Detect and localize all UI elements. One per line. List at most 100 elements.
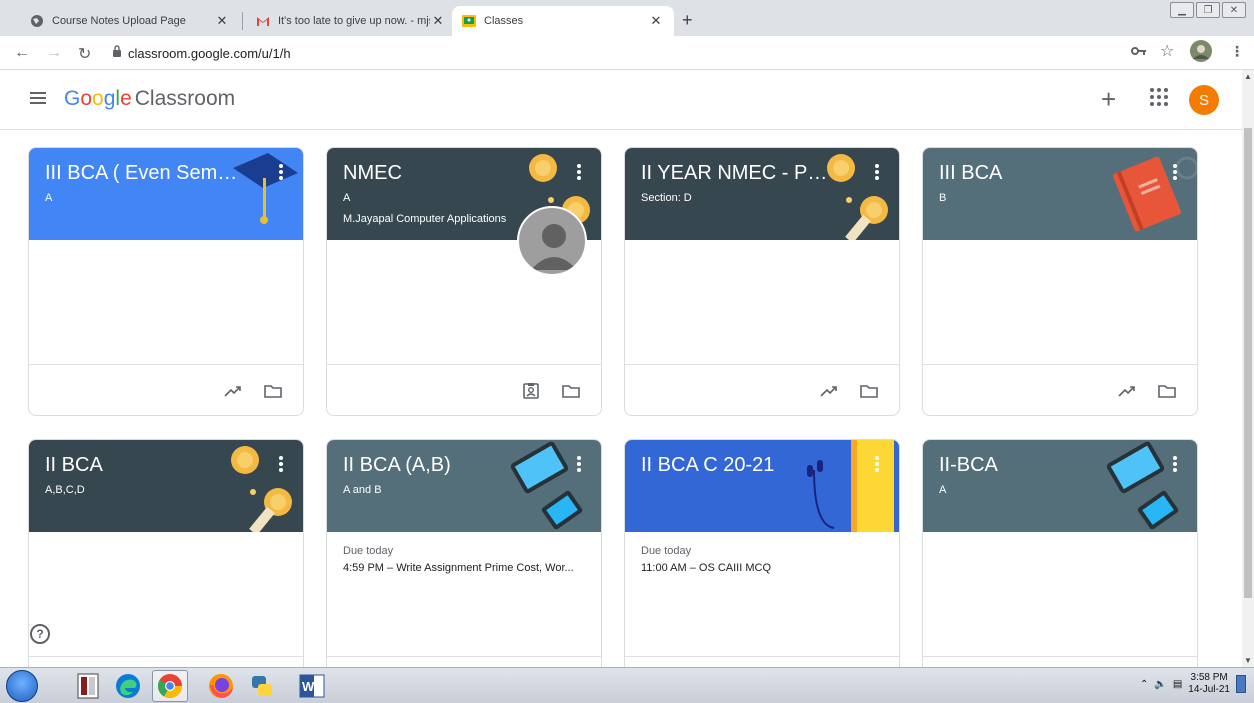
- show-hidden-icons-icon[interactable]: ⌃: [1140, 679, 1148, 690]
- class-banner[interactable]: III BCA ( Even Semest... A: [29, 148, 303, 240]
- more-options-icon[interactable]: [875, 456, 879, 472]
- google-logo-letter: e: [120, 87, 132, 110]
- google-apps-icon[interactable]: [1150, 88, 1168, 106]
- firefox-icon[interactable]: [203, 670, 239, 702]
- new-tab-button[interactable]: +: [682, 10, 693, 31]
- class-card-grid: III BCA ( Even Semest... A NMEC A M.Jayapal …: [0, 131, 1242, 667]
- system-tray: ⌃ 🔈 ▤ 3:58 PM 14-Jul-21: [1140, 672, 1246, 696]
- class-card[interactable]: II BCA (A,B) A and B Due today 4:59 PM – Wr…: [326, 439, 602, 667]
- scrollbar-thumb[interactable]: [1244, 128, 1252, 598]
- gmail-icon: [256, 14, 270, 28]
- clock[interactable]: 3:58 PM 14-Jul-21: [1188, 672, 1230, 696]
- browser-menu-icon[interactable]: ⋮: [1230, 43, 1244, 60]
- edge-icon[interactable]: [110, 670, 146, 702]
- more-options-icon[interactable]: [577, 164, 581, 180]
- scroll-down-arrow-icon[interactable]: ▼: [1244, 656, 1252, 665]
- more-options-icon[interactable]: [875, 164, 879, 180]
- tab-classes[interactable]: Classes ✕: [452, 6, 674, 36]
- start-button[interactable]: [6, 670, 38, 702]
- create-or-join-button[interactable]: +: [1101, 84, 1116, 115]
- class-title[interactable]: II BCA (A,B): [343, 454, 543, 477]
- more-options-icon[interactable]: [1173, 164, 1177, 180]
- volume-icon[interactable]: 🔈: [1154, 679, 1166, 690]
- trending-up-icon[interactable]: [819, 382, 839, 400]
- class-banner[interactable]: II BCA (A,B) A and B: [327, 440, 601, 532]
- folder-icon[interactable]: [263, 382, 283, 400]
- assigned-work-icon[interactable]: [521, 382, 541, 400]
- trending-up-icon[interactable]: [223, 382, 243, 400]
- class-banner[interactable]: II YEAR NMEC - PRIN... Section: D: [625, 148, 899, 240]
- more-options-icon[interactable]: [577, 456, 581, 472]
- forward-arrow-icon[interactable]: →: [46, 44, 62, 62]
- class-card[interactable]: NMEC A M.Jayapal Computer Applications: [326, 147, 602, 416]
- chrome-icon[interactable]: [152, 670, 188, 702]
- page-scrollbar[interactable]: ▲ ▼: [1242, 70, 1254, 667]
- minimize-button[interactable]: ▁: [1170, 2, 1194, 18]
- google-logo-letter: o: [92, 87, 104, 110]
- address-text: classroom.google.com/u/1/h: [128, 45, 291, 61]
- main-menu-icon[interactable]: [30, 92, 46, 104]
- trending-up-icon[interactable]: [1117, 382, 1137, 400]
- folder-icon[interactable]: [859, 382, 879, 400]
- classroom-icon: [462, 14, 476, 28]
- class-title[interactable]: III BCA: [939, 162, 1139, 185]
- folder-icon[interactable]: [561, 382, 581, 400]
- reload-icon[interactable]: ↻: [78, 44, 91, 64]
- class-banner[interactable]: II BCA C 20-21: [625, 440, 899, 532]
- due-assignment-link[interactable]: 11:00 AM – OS CAIII MCQ: [641, 562, 771, 574]
- due-assignment-link[interactable]: 4:59 PM – Write Assignment Prime Cost, W…: [343, 562, 574, 574]
- key-icon[interactable]: [1131, 43, 1147, 59]
- show-desktop-button[interactable]: [1236, 675, 1246, 693]
- python-icon[interactable]: [244, 670, 280, 702]
- class-title[interactable]: NMEC: [343, 162, 543, 185]
- class-card[interactable]: II BCA A,B,C,D: [28, 439, 304, 667]
- close-tab-icon[interactable]: ✕: [430, 13, 446, 29]
- class-teacher[interactable]: M.Jayapal Computer Applications: [343, 213, 506, 225]
- class-banner[interactable]: II BCA A,B,C,D: [29, 440, 303, 532]
- class-title[interactable]: II BCA: [45, 454, 245, 477]
- class-title[interactable]: II-BCA: [939, 454, 1139, 477]
- clock-time: 3:58 PM: [1190, 672, 1228, 683]
- class-title[interactable]: III BCA ( Even Semest...: [45, 162, 245, 185]
- restore-button[interactable]: ❐: [1196, 2, 1220, 18]
- teacher-avatar[interactable]: [517, 206, 587, 276]
- back-arrow-icon[interactable]: ←: [14, 44, 30, 62]
- class-title[interactable]: II BCA C 20-21: [641, 454, 841, 477]
- more-options-icon[interactable]: [1173, 456, 1177, 472]
- bookmark-star-icon[interactable]: ☆: [1160, 41, 1174, 61]
- class-card[interactable]: III BCA B: [922, 147, 1198, 416]
- close-tab-icon[interactable]: ✕: [648, 13, 664, 29]
- card-footer: [923, 656, 1197, 667]
- lock-icon: [112, 44, 122, 62]
- class-card[interactable]: II YEAR NMEC - PRIN... Section: D: [624, 147, 900, 416]
- help-icon[interactable]: ?: [30, 624, 50, 644]
- class-card[interactable]: II BCA C 20-21 Due today 11:00 AM – OS CAI…: [624, 439, 900, 667]
- class-banner[interactable]: III BCA B: [923, 148, 1197, 240]
- card-footer: [327, 364, 601, 415]
- tab-gmail[interactable]: It's too late to give up now. - mjssal ✕: [246, 6, 456, 36]
- more-options-icon[interactable]: [279, 456, 283, 472]
- class-title[interactable]: II YEAR NMEC - PRIN...: [641, 162, 841, 185]
- close-tab-icon[interactable]: ✕: [214, 13, 230, 29]
- word-icon[interactable]: W: [294, 670, 330, 702]
- more-options-icon[interactable]: [279, 164, 283, 180]
- windows-taskbar: W ⌃ 🔈 ▤ 3:58 PM 14-Jul-21: [0, 667, 1254, 703]
- tab-course-notes[interactable]: Course Notes Upload Page ✕: [20, 6, 240, 36]
- profile-avatar[interactable]: [1190, 40, 1212, 65]
- scroll-up-arrow-icon[interactable]: ▲: [1244, 72, 1252, 81]
- due-label: Due today: [641, 545, 692, 557]
- close-window-button[interactable]: ✕: [1222, 2, 1246, 18]
- class-card[interactable]: III BCA ( Even Semest... A: [28, 147, 304, 416]
- account-avatar[interactable]: S: [1189, 85, 1219, 115]
- network-icon[interactable]: ▤: [1173, 679, 1182, 690]
- card-footer: [625, 364, 899, 415]
- class-card[interactable]: II-BCA A: [922, 439, 1198, 667]
- class-section: A: [939, 484, 947, 496]
- google-classroom-logo[interactable]: Google Classroom: [64, 87, 235, 111]
- tab-divider: [242, 12, 243, 30]
- classroom-header: Google Classroom + S: [0, 70, 1242, 130]
- tally-erp9-icon[interactable]: [70, 670, 106, 702]
- address-bar[interactable]: classroom.google.com/u/1/h: [112, 41, 1112, 65]
- folder-icon[interactable]: [1157, 382, 1177, 400]
- class-banner[interactable]: II-BCA A: [923, 440, 1197, 532]
